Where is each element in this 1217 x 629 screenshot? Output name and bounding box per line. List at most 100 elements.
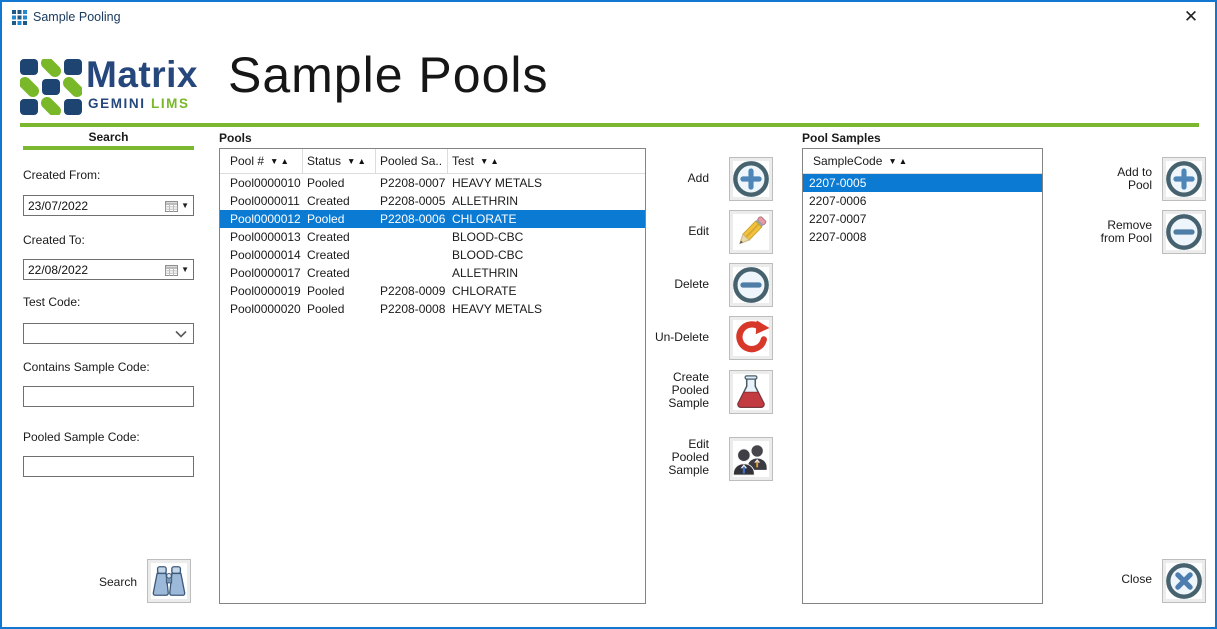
column-header-pooled-sample[interactable]: Pooled Sa...: [376, 149, 448, 173]
delete-button-label: Delete: [617, 278, 709, 291]
test-cell: ALLETHRIN: [448, 194, 645, 208]
column-header-pool-number[interactable]: Pool #▼▲: [220, 149, 303, 173]
pooled-sample-code-label: Pooled Sample Code:: [23, 430, 140, 444]
pooled-sample-code-input[interactable]: [24, 457, 193, 476]
pools-header-row: Pool #▼▲ Status▼▲ Pooled Sa... Test▼▲: [220, 149, 645, 174]
pool-samples-header-row: SampleCode▼▲: [803, 149, 1042, 174]
two-users-icon: [732, 440, 770, 478]
search-button[interactable]: [147, 559, 191, 603]
pools-row[interactable]: Pool0000020PooledP2208-0008HEAVY METALS: [220, 300, 645, 318]
search-title-underline: [23, 146, 194, 150]
search-button-label: Search: [57, 575, 137, 589]
pools-list: Pool #▼▲ Status▼▲ Pooled Sa... Test▼▲ Po…: [219, 148, 646, 604]
sample-code-cell: 2207-0007: [803, 212, 1042, 226]
matrix-logo-icon: [20, 59, 82, 118]
created-from-dropdown[interactable]: ▼: [165, 200, 193, 212]
test-code-input[interactable]: [24, 324, 175, 343]
created-to-label: Created To:: [23, 233, 85, 247]
red-undo-arrow-icon: [732, 319, 770, 357]
created-to-input[interactable]: [24, 260, 165, 279]
create-pooled-sample-label: Create Pooled Sample: [617, 371, 709, 410]
pools-row[interactable]: Pool0000017Created ALLETHRIN: [220, 264, 645, 282]
status-cell: Pooled: [303, 284, 376, 298]
test-code-combobox[interactable]: [23, 323, 194, 344]
plus-circle-icon: [1165, 160, 1203, 198]
pool-id-cell: Pool0000012: [220, 212, 303, 226]
minus-circle-icon: [732, 266, 770, 304]
pooled-sample-cell: P2208-0006: [376, 212, 448, 226]
pooled-sample-cell: P2208-0009: [376, 284, 448, 298]
add-to-pool-label: Add to Pool: [1062, 166, 1152, 192]
window-close-icon[interactable]: ✕: [1180, 6, 1202, 28]
test-cell: ALLETHRIN: [448, 266, 645, 280]
pools-row[interactable]: Pool0000010PooledP2208-0007HEAVY METALS: [220, 174, 645, 192]
create-pooled-sample-button[interactable]: [729, 370, 773, 414]
status-cell: Pooled: [303, 212, 376, 226]
pools-row[interactable]: Pool0000013Created BLOOD-CBC: [220, 228, 645, 246]
brand-gemini: GEMINI: [88, 96, 146, 111]
pool-id-cell: Pool0000010: [220, 176, 303, 190]
status-cell: Pooled: [303, 176, 376, 190]
remove-from-pool-button[interactable]: [1162, 210, 1206, 254]
pools-row[interactable]: Pool0000012PooledP2208-0006CHLORATE: [220, 210, 645, 228]
pool-id-cell: Pool0000011: [220, 194, 303, 208]
column-header-sample-code[interactable]: SampleCode▼▲: [803, 149, 1042, 173]
contains-sample-code-field: [23, 386, 194, 407]
sample-code-cell: 2207-0006: [803, 194, 1042, 208]
undelete-pool-button[interactable]: [729, 316, 773, 360]
created-to-dropdown[interactable]: ▼: [165, 264, 193, 276]
sort-icons[interactable]: ▼▲: [347, 156, 368, 166]
sample-pooling-window: Sample Pooling ✕ Matrix GEMINI LIMS Samp…: [0, 0, 1217, 629]
chevron-down-icon: [175, 330, 193, 338]
add-button-label: Add: [617, 172, 709, 185]
close-button[interactable]: [1162, 559, 1206, 603]
sort-icons[interactable]: ▼▲: [480, 156, 501, 166]
sort-icons[interactable]: ▼▲: [888, 156, 909, 166]
sort-icons[interactable]: ▼▲: [270, 156, 291, 166]
delete-pool-button[interactable]: [729, 263, 773, 307]
contains-sample-code-input[interactable]: [24, 387, 193, 406]
add-pool-button[interactable]: [729, 157, 773, 201]
contains-sample-code-label: Contains Sample Code:: [23, 360, 150, 374]
pools-row[interactable]: Pool0000019PooledP2208-0009CHLORATE: [220, 282, 645, 300]
edit-pooled-sample-button[interactable]: [729, 437, 773, 481]
created-from-input[interactable]: [24, 196, 165, 215]
page-title: Sample Pools: [228, 46, 549, 104]
brand-subtitle: GEMINI LIMS: [88, 96, 190, 111]
pool-id-cell: Pool0000017: [220, 266, 303, 280]
pencil-icon: [732, 213, 770, 251]
test-cell: HEAVY METALS: [448, 176, 645, 190]
pool-id-cell: Pool0000020: [220, 302, 303, 316]
pooled-sample-code-field: [23, 456, 194, 477]
pools-row[interactable]: Pool0000011CreatedP2208-0005ALLETHRIN: [220, 192, 645, 210]
close-button-label: Close: [1062, 573, 1152, 586]
status-cell: Created: [303, 230, 376, 244]
edit-pool-button[interactable]: [729, 210, 773, 254]
title-bar: Sample Pooling ✕: [2, 2, 1215, 32]
undelete-button-label: Un-Delete: [617, 331, 709, 344]
test-cell: CHLORATE: [448, 284, 645, 298]
remove-from-pool-label: Remove from Pool: [1062, 219, 1152, 245]
sample-row[interactable]: 2207-0008: [803, 228, 1042, 246]
calendar-icon: [165, 264, 178, 276]
pool-id-cell: Pool0000013: [220, 230, 303, 244]
status-cell: Pooled: [303, 302, 376, 316]
sample-code-cell: 2207-0008: [803, 230, 1042, 244]
add-to-pool-button[interactable]: [1162, 157, 1206, 201]
sample-row[interactable]: 2207-0006: [803, 192, 1042, 210]
pool-samples-panel-title: Pool Samples: [802, 131, 881, 145]
status-cell: Created: [303, 266, 376, 280]
sample-row[interactable]: 2207-0007: [803, 210, 1042, 228]
pool-samples-list: SampleCode▼▲ 2207-0005 2207-0006 2207-00…: [802, 148, 1043, 604]
created-from-label: Created From:: [23, 168, 100, 182]
pooled-sample-cell: P2208-0007: [376, 176, 448, 190]
binoculars-icon: [150, 562, 188, 600]
test-cell: BLOOD-CBC: [448, 230, 645, 244]
test-cell: HEAVY METALS: [448, 302, 645, 316]
pools-row[interactable]: Pool0000014CreatedBLOOD-CBC: [220, 246, 645, 264]
column-header-test[interactable]: Test▼▲: [448, 149, 645, 173]
created-from-datepicker: ▼: [23, 195, 194, 216]
column-header-status[interactable]: Status▼▲: [303, 149, 376, 173]
test-cell: CHLORATE: [448, 212, 645, 226]
sample-row[interactable]: 2207-0005: [803, 174, 1042, 192]
